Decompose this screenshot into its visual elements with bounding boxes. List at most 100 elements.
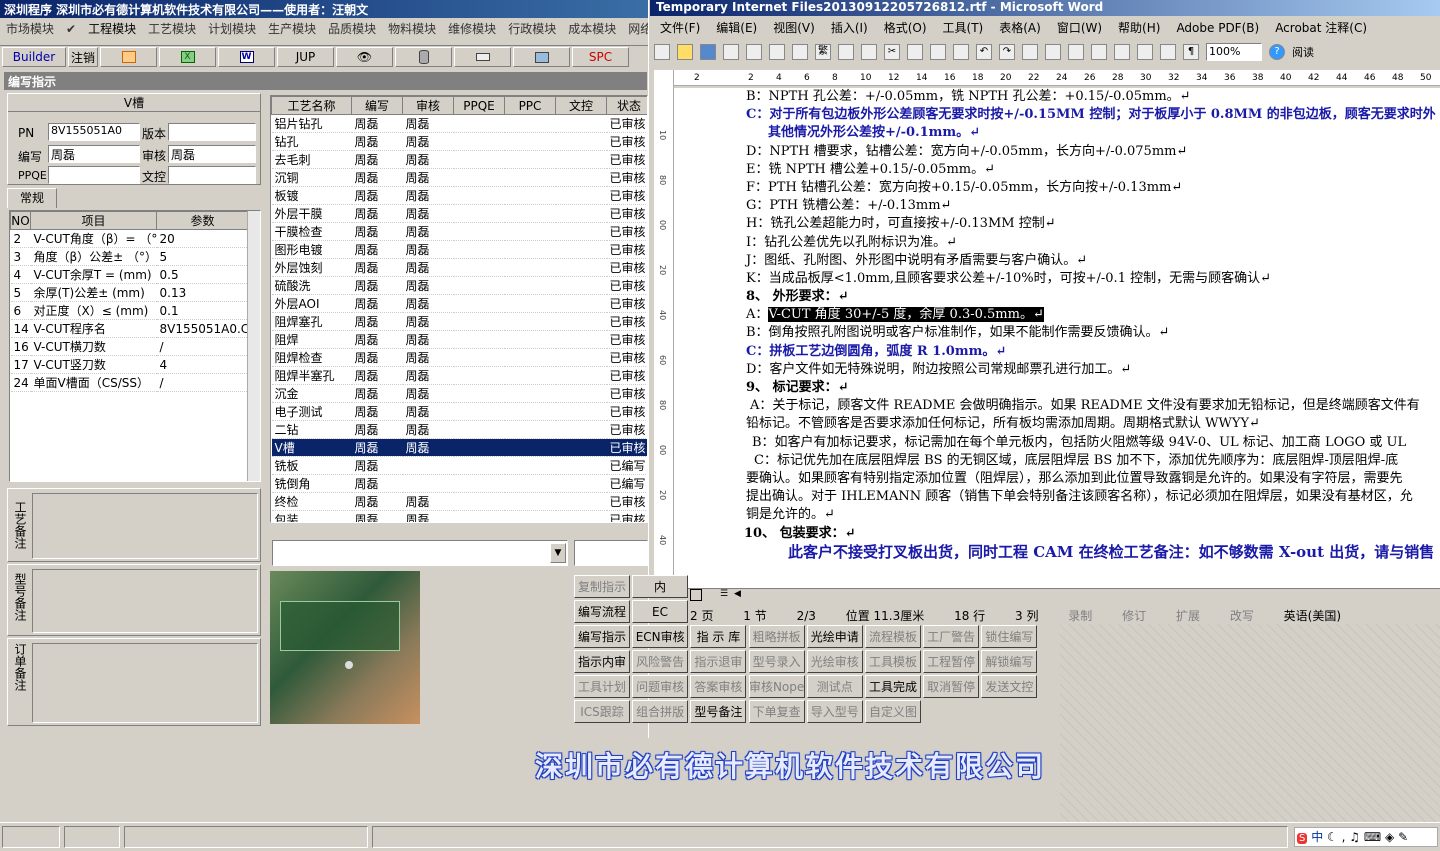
cut-icon[interactable]: ✂ <box>884 44 900 60</box>
action-button[interactable]: 工具完成 <box>865 675 921 698</box>
save-icon[interactable] <box>700 44 716 60</box>
email-icon[interactable] <box>746 44 762 60</box>
menu-1[interactable]: 编辑(E) <box>716 21 757 35</box>
ime-bar[interactable]: S 中 ☾ , ♫ ⌨ ◈ ✎ <box>1294 827 1438 847</box>
traditional-chinese-icon[interactable]: 繁 <box>815 44 831 60</box>
tool-button[interactable] <box>454 47 511 67</box>
menu-10[interactable]: Acrobat 注释(C) <box>1275 21 1367 35</box>
action-button[interactable]: 取消暂停 <box>923 675 980 698</box>
process-row[interactable]: 铝片钻孔 周磊 周磊 已审核 <box>271 114 647 133</box>
drawing-icon[interactable] <box>1137 44 1153 60</box>
menu-9[interactable]: Adobe PDF(B) <box>1176 21 1259 35</box>
process-row[interactable]: 板镀 周磊 周磊 已审核 <box>271 186 647 205</box>
action-button[interactable]: 编写指示 <box>574 625 630 648</box>
module-0[interactable]: 市场模块 <box>6 22 54 36</box>
param-row[interactable]: 6 对正度（X）≤ (mm) 0.1 <box>10 301 249 320</box>
param-row[interactable]: 16 V-CUT横刀数 / <box>10 337 249 356</box>
col-ppqe[interactable]: PPQE <box>453 96 505 115</box>
action-button[interactable]: 风险警告 <box>632 650 689 673</box>
param-row[interactable]: 3 角度（β）公差± （°） 5 <box>10 247 249 266</box>
view-button[interactable]: 👁 <box>336 47 393 67</box>
process-row[interactable]: V槽 周磊 周磊 已审核 <box>271 438 647 457</box>
insert-excel-icon[interactable] <box>1091 44 1107 60</box>
status-ext[interactable]: 扩展 <box>1176 609 1200 623</box>
process-row[interactable]: 图形电镀 周磊 周磊 已审核 <box>271 240 647 259</box>
col-reviewer[interactable]: 审核 <box>402 96 454 115</box>
action-button[interactable]: ICS跟踪 <box>574 700 630 723</box>
builder-button[interactable]: Builder <box>2 47 66 67</box>
process-row[interactable]: 包装 周磊 周磊 已审核 <box>271 510 647 522</box>
spc-button[interactable]: SPC <box>572 47 629 67</box>
module-3[interactable]: 计划模块 <box>208 22 256 36</box>
action-button[interactable]: 工具计划 <box>574 675 630 698</box>
status-rec[interactable]: 录制 <box>1068 609 1092 623</box>
param-row[interactable]: 4 V-CUT余厚T = (mm) 0.5 <box>10 265 249 284</box>
menu-6[interactable]: 表格(A) <box>999 21 1041 35</box>
action-button[interactable]: 工具模板 <box>865 650 921 673</box>
process-row[interactable]: 硫酸洗 周磊 周磊 已审核 <box>271 276 647 295</box>
order-note-field[interactable] <box>32 643 258 723</box>
action-button[interactable]: 答案审核 <box>690 675 747 698</box>
action-button[interactable]: 指 示 库 <box>690 625 747 648</box>
module-9[interactable]: 成本模块 <box>568 22 616 36</box>
process-row[interactable]: 沉铜 周磊 周磊 已审核 <box>271 168 647 187</box>
process-row[interactable]: 外层AOI 周磊 周磊 已审核 <box>271 294 647 313</box>
tab-general[interactable]: 常规 <box>7 188 57 208</box>
process-row[interactable]: 外层蚀刻 周磊 周磊 已审核 <box>271 258 647 277</box>
process-row[interactable]: 阻焊 周磊 周磊 已审核 <box>271 330 647 349</box>
zoom-select[interactable]: 100% <box>1206 43 1262 61</box>
module-2[interactable]: 工艺模块 <box>148 22 196 36</box>
module-1[interactable]: 工程模块 <box>88 22 136 36</box>
show-hide-icon[interactable]: ¶ <box>1183 44 1199 60</box>
action-button[interactable]: 流程模板 <box>865 625 921 648</box>
help-icon[interactable]: ? <box>1269 44 1285 60</box>
menu-7[interactable]: 窗口(W) <box>1057 21 1102 35</box>
col-process-name[interactable]: 工艺名称 <box>271 96 352 115</box>
keyboard-icon[interactable]: ⌨ <box>1364 830 1381 844</box>
punctuation-icon[interactable]: , <box>1342 830 1346 844</box>
module-8[interactable]: 行政模块 <box>508 22 556 36</box>
action-button[interactable]: 自定义图 <box>865 700 921 723</box>
status-ovr[interactable]: 改写 <box>1230 609 1254 623</box>
action-button[interactable]: 复制指示 <box>574 575 630 598</box>
action-button[interactable]: 发送文控 <box>981 675 1038 698</box>
col-item[interactable]: 项目 <box>30 211 157 230</box>
undo-icon[interactable]: ↶ <box>976 44 992 60</box>
action-button[interactable]: 内 <box>632 575 688 598</box>
param-row[interactable]: 5 余厚(T)公差± (mm) 0.13 <box>10 283 249 302</box>
redo-icon[interactable]: ↷ <box>999 44 1015 60</box>
action-button[interactable]: 工程暂停 <box>923 650 980 673</box>
read-button[interactable]: 阅读 <box>1292 44 1314 60</box>
process-row[interactable]: 干膜检查 周磊 周磊 已审核 <box>271 222 647 241</box>
word-button[interactable]: W <box>218 47 275 67</box>
param-row[interactable]: 17 V-CUT竖刀数 4 <box>10 355 249 374</box>
process-row[interactable]: 终检 周磊 周磊 已审核 <box>271 492 647 511</box>
action-button[interactable]: 工厂警告 <box>923 625 980 648</box>
moon-icon[interactable]: ☾ <box>1327 830 1338 844</box>
col-status[interactable]: 状态 <box>606 96 647 115</box>
module-6[interactable]: 物料模块 <box>388 22 436 36</box>
excel-button[interactable]: X <box>159 47 216 67</box>
action-button[interactable]: 编写流程 <box>574 600 630 623</box>
process-row[interactable]: 去毛刺 周磊 周磊 已审核 <box>271 150 647 169</box>
paste-icon[interactable] <box>930 44 946 60</box>
action-button[interactable]: 解锁编写 <box>981 650 1038 673</box>
action-button[interactable]: 指示内审 <box>574 650 630 673</box>
document-map-icon[interactable] <box>1160 44 1176 60</box>
writer-field[interactable]: 周磊 <box>48 145 140 163</box>
action-button[interactable]: 测试点 <box>806 675 863 698</box>
process-row[interactable]: 二钻 周磊 周磊 已审核 <box>271 420 647 439</box>
action-button[interactable]: 导入型号 <box>806 700 863 723</box>
param-row[interactable]: 2 V-CUT角度（β）= （°） 20 <box>10 229 249 248</box>
doc-field[interactable] <box>168 166 256 184</box>
col-ppc[interactable]: PPC <box>504 96 556 115</box>
print-icon[interactable] <box>769 44 785 60</box>
settings-icon[interactable]: ✎ <box>1398 830 1408 844</box>
permission-icon[interactable] <box>723 44 739 60</box>
ime-mode[interactable]: 中 <box>1311 830 1323 844</box>
print-preview-icon[interactable] <box>792 44 808 60</box>
process-row[interactable]: 铣板 周磊 已编写 <box>271 456 647 475</box>
horizontal-scrollbar[interactable]: ≡ ⌂ ☰ ◀ <box>654 588 1440 602</box>
status-rev[interactable]: 修订 <box>1122 609 1146 623</box>
menu-4[interactable]: 格式(O) <box>884 21 927 35</box>
